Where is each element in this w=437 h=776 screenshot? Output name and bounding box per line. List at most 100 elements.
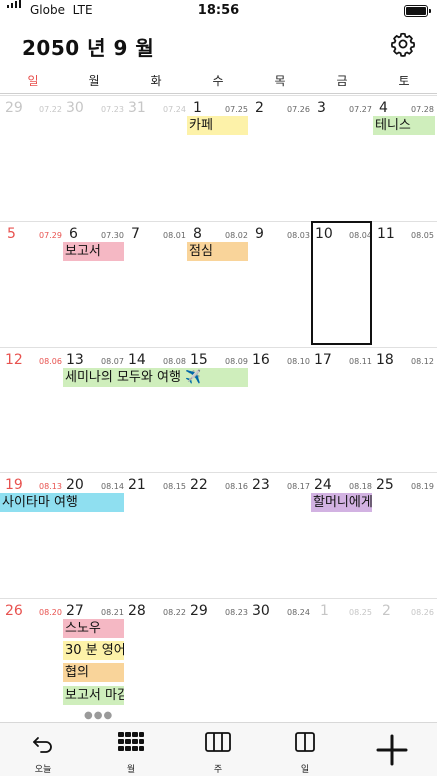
event-chip[interactable]: 카페	[187, 116, 248, 135]
day-number[interactable]: 2	[382, 603, 391, 619]
lunar-date: 08.18	[349, 482, 372, 491]
day-number[interactable]: 12	[5, 352, 23, 368]
lunar-date: 08.16	[225, 482, 248, 491]
event-chip[interactable]: 테니스	[373, 116, 435, 135]
day-number[interactable]: 8	[193, 226, 202, 242]
week-divider	[0, 472, 437, 473]
lunar-date: 07.22	[39, 105, 62, 114]
day-number[interactable]: 18	[376, 352, 394, 368]
event-chip[interactable]: 스노우	[63, 619, 124, 638]
lunar-date: 08.15	[163, 482, 186, 491]
day-number[interactable]: 25	[376, 477, 394, 493]
lunar-date: 08.06	[39, 357, 62, 366]
tab-month[interactable]: 월	[100, 723, 162, 776]
day-number[interactable]: 17	[314, 352, 332, 368]
lunar-date: 08.20	[39, 608, 62, 617]
day-number[interactable]: 28	[128, 603, 146, 619]
tab-day-label: 일	[300, 765, 310, 775]
day-number[interactable]: 13	[66, 352, 84, 368]
status-time: 18:56	[197, 3, 240, 18]
status-bar: Globe LTE 18:56	[0, 0, 437, 22]
day-number[interactable]: 6	[69, 226, 78, 242]
lunar-date: 08.22	[163, 608, 186, 617]
day-number[interactable]: 16	[252, 352, 270, 368]
lunar-date: 08.23	[225, 608, 248, 617]
event-chip[interactable]: 할머니에게	[311, 493, 372, 512]
day-number[interactable]: 9	[255, 226, 264, 242]
add-event-button[interactable]	[361, 723, 423, 776]
day-number[interactable]: 5	[7, 226, 16, 242]
more-events-indicator[interactable]: ●●●	[84, 710, 113, 721]
weekday-thu: 목	[274, 74, 286, 88]
event-chip[interactable]: 보고서	[63, 242, 124, 261]
lunar-date: 08.13	[39, 482, 62, 491]
settings-gear-icon[interactable]	[390, 31, 416, 57]
day-number[interactable]: 3	[317, 100, 326, 116]
week-columns-icon	[205, 732, 231, 752]
weekday-tue: 화	[150, 74, 162, 88]
month-title[interactable]: 2050 년 9 월	[22, 32, 154, 61]
lunar-date: 07.27	[349, 105, 372, 114]
weekday-fri: 금	[336, 74, 348, 88]
today-selection-box[interactable]	[311, 221, 372, 345]
lunar-date: 07.26	[287, 105, 310, 114]
day-number[interactable]: 1	[320, 603, 329, 619]
day-number[interactable]: 29	[190, 603, 208, 619]
lunar-date: 08.08	[163, 357, 186, 366]
lunar-date: 07.30	[101, 231, 124, 240]
day-number[interactable]: 30	[66, 100, 84, 116]
lunar-date: 08.14	[101, 482, 124, 491]
day-number[interactable]: 1	[193, 100, 202, 116]
lunar-date: 08.05	[411, 231, 434, 240]
day-number[interactable]: 27	[66, 603, 84, 619]
tab-day[interactable]: 일	[274, 723, 336, 776]
day-columns-icon	[295, 732, 315, 752]
day-number[interactable]: 29	[5, 100, 23, 116]
day-number[interactable]: 30	[252, 603, 270, 619]
week-divider	[0, 95, 437, 96]
lunar-date: 08.11	[349, 357, 372, 366]
header-divider	[0, 93, 437, 94]
weekday-wed: 수	[212, 74, 224, 88]
weekday-sat: 토	[398, 74, 410, 88]
lunar-date: 08.12	[411, 357, 434, 366]
event-chip[interactable]: 점심	[187, 242, 248, 261]
day-number[interactable]: 14	[128, 352, 146, 368]
lunar-date: 08.25	[349, 608, 372, 617]
day-number[interactable]: 7	[131, 226, 140, 242]
week-divider	[0, 598, 437, 599]
weekday-sun: 일	[27, 74, 39, 88]
day-number[interactable]: 4	[379, 100, 388, 116]
weekday-mon: 월	[88, 74, 100, 88]
day-number[interactable]: 20	[66, 477, 84, 493]
lunar-date: 08.24	[287, 608, 310, 617]
lunar-date: 08.07	[101, 357, 124, 366]
day-number[interactable]: 11	[377, 226, 395, 242]
event-chip[interactable]: 보고서 마감	[63, 686, 124, 705]
day-number[interactable]: 23	[252, 477, 270, 493]
day-number[interactable]: 19	[5, 477, 23, 493]
day-number[interactable]: 15	[190, 352, 208, 368]
event-chip[interactable]: 30 분 영어	[63, 641, 124, 660]
tab-week[interactable]: 주	[187, 723, 249, 776]
day-number[interactable]: 2	[255, 100, 264, 116]
day-number[interactable]: 26	[5, 603, 23, 619]
event-chip[interactable]: 세미나의 모두와 여행 ✈️	[63, 368, 248, 387]
tab-week-label: 주	[213, 765, 223, 775]
tab-today[interactable]: 오늘	[12, 723, 74, 776]
bottom-tab-bar: 오늘 월 주 일	[0, 722, 437, 776]
event-chip[interactable]: 협의	[63, 663, 124, 682]
day-number[interactable]: 31	[128, 100, 146, 116]
lunar-date: 08.02	[225, 231, 248, 240]
day-number[interactable]: 21	[128, 477, 146, 493]
lunar-date: 08.03	[287, 231, 310, 240]
lunar-date: 07.28	[411, 105, 434, 114]
lunar-date: 08.26	[411, 608, 434, 617]
day-number[interactable]: 22	[190, 477, 208, 493]
week-divider	[0, 347, 437, 348]
lunar-date: 07.25	[225, 105, 248, 114]
lunar-date: 08.01	[163, 231, 186, 240]
event-chip[interactable]: 사이타마 여행	[0, 493, 124, 512]
day-number[interactable]: 24	[314, 477, 332, 493]
weekday-header: 일 월 화 수 목 금 토	[0, 72, 437, 90]
